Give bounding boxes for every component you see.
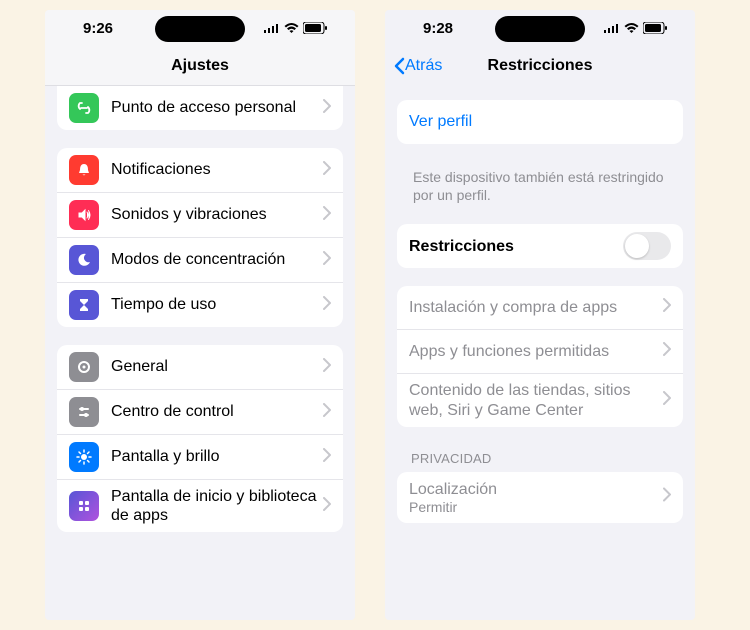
row-label: Instalación y compra de apps bbox=[409, 298, 663, 317]
row-detail: Permitir bbox=[409, 499, 457, 515]
row-label: Notificaciones bbox=[111, 160, 323, 179]
privacy-group: Localización Permitir bbox=[397, 472, 683, 523]
row-label: Contenido de las tiendas, sitios web, Si… bbox=[409, 381, 663, 419]
bell-icon bbox=[69, 155, 99, 185]
nav-title: Ajustes bbox=[171, 57, 229, 75]
row-restrictions-toggle[interactable]: Restricciones bbox=[397, 224, 683, 268]
phone-settings: 9:26 Ajustes Punto de acceso personal bbox=[45, 10, 355, 620]
toggle-section: Restricciones bbox=[397, 224, 683, 268]
chevron-right-icon bbox=[323, 206, 331, 225]
row-label: Ver perfil bbox=[409, 112, 671, 131]
chevron-right-icon bbox=[323, 251, 331, 270]
chevron-right-icon bbox=[323, 161, 331, 180]
row-install-apps[interactable]: Instalación y compra de apps bbox=[397, 286, 683, 330]
nav-bar: Atrás Restricciones bbox=[385, 46, 695, 86]
row-content-stores[interactable]: Contenido de las tiendas, sitios web, Si… bbox=[397, 374, 683, 426]
toggle-switch[interactable] bbox=[623, 232, 671, 260]
back-label: Atrás bbox=[405, 57, 442, 75]
status-indicators bbox=[264, 22, 327, 34]
row-notifications[interactable]: Notificaciones bbox=[57, 148, 343, 193]
row-sounds[interactable]: Sonidos y vibraciones bbox=[57, 193, 343, 238]
gear-icon bbox=[69, 352, 99, 382]
chevron-right-icon bbox=[323, 497, 331, 516]
restrictions-content[interactable]: Ver perfil Este dispositivo también está… bbox=[385, 86, 695, 620]
chevron-right-icon bbox=[663, 391, 671, 410]
notch bbox=[155, 16, 245, 42]
row-label: Tiempo de uso bbox=[111, 295, 323, 314]
row-allowed-apps[interactable]: Apps y funciones permitidas bbox=[397, 330, 683, 374]
privacy-header: PRIVACIDAD bbox=[397, 445, 683, 470]
chevron-right-icon bbox=[323, 403, 331, 422]
restrictions-group: Instalación y compra de apps Apps y func… bbox=[397, 286, 683, 426]
row-label: Modos de concentración bbox=[111, 250, 323, 269]
chevron-right-icon bbox=[323, 448, 331, 467]
moon-icon bbox=[69, 245, 99, 275]
chevron-right-icon bbox=[663, 488, 671, 507]
status-time: 9:26 bbox=[83, 20, 113, 37]
chevron-right-icon bbox=[323, 99, 331, 118]
slider-icon bbox=[69, 397, 99, 427]
chevron-right-icon bbox=[323, 296, 331, 315]
status-bar: 9:26 bbox=[45, 10, 355, 46]
chevron-left-icon bbox=[393, 57, 405, 75]
chevron-right-icon bbox=[323, 358, 331, 377]
status-indicators bbox=[604, 22, 667, 34]
row-general[interactable]: General bbox=[57, 345, 343, 390]
signal-icon bbox=[264, 23, 280, 33]
row-label: Sonidos y vibraciones bbox=[111, 205, 323, 224]
grid-icon bbox=[69, 491, 99, 521]
profile-note: Este dispositivo también está restringid… bbox=[397, 162, 683, 214]
notch bbox=[495, 16, 585, 42]
settings-group-notifications: Notificaciones Sonidos y vibraciones Mod… bbox=[57, 148, 343, 327]
hotspot-icon bbox=[69, 93, 99, 123]
row-control-center[interactable]: Centro de control bbox=[57, 390, 343, 435]
battery-icon bbox=[303, 22, 327, 34]
row-label: Pantalla y brillo bbox=[111, 447, 323, 466]
row-label: Apps y funciones permitidas bbox=[409, 342, 663, 361]
row-location[interactable]: Localización Permitir bbox=[397, 472, 683, 523]
back-button[interactable]: Atrás bbox=[393, 57, 442, 75]
chevron-right-icon bbox=[663, 342, 671, 361]
nav-bar: Ajustes bbox=[45, 46, 355, 86]
row-screen-time[interactable]: Tiempo de uso bbox=[57, 283, 343, 327]
battery-icon bbox=[643, 22, 667, 34]
status-time: 9:28 bbox=[423, 20, 453, 37]
row-view-profile[interactable]: Ver perfil bbox=[397, 100, 683, 144]
profile-section: Ver perfil bbox=[397, 100, 683, 144]
settings-content[interactable]: Punto de acceso personal Notificaciones … bbox=[45, 86, 355, 620]
row-label: Punto de acceso personal bbox=[111, 98, 323, 117]
row-label: Pantalla de inicio y biblioteca de apps bbox=[111, 487, 323, 525]
chevron-right-icon bbox=[663, 298, 671, 317]
row-focus[interactable]: Modos de concentración bbox=[57, 238, 343, 283]
row-label: Centro de control bbox=[111, 402, 323, 421]
signal-icon bbox=[604, 23, 620, 33]
phone-restrictions: 9:28 Atrás Restricciones Ver perfil Este… bbox=[385, 10, 695, 620]
row-label: Localización bbox=[409, 480, 503, 499]
settings-group-connectivity: Punto de acceso personal bbox=[57, 86, 343, 130]
row-home-screen[interactable]: Pantalla de inicio y biblioteca de apps bbox=[57, 480, 343, 532]
row-display[interactable]: Pantalla y brillo bbox=[57, 435, 343, 480]
settings-group-general: General Centro de control Pantalla y bri… bbox=[57, 345, 343, 532]
row-label: Restricciones bbox=[409, 237, 623, 256]
wifi-icon bbox=[284, 23, 299, 34]
speaker-icon bbox=[69, 200, 99, 230]
row-label: General bbox=[111, 357, 323, 376]
wifi-icon bbox=[624, 23, 639, 34]
hourglass-icon bbox=[69, 290, 99, 320]
sun-icon bbox=[69, 442, 99, 472]
status-bar: 9:28 bbox=[385, 10, 695, 46]
row-hotspot[interactable]: Punto de acceso personal bbox=[57, 86, 343, 130]
nav-title: Restricciones bbox=[488, 57, 593, 75]
